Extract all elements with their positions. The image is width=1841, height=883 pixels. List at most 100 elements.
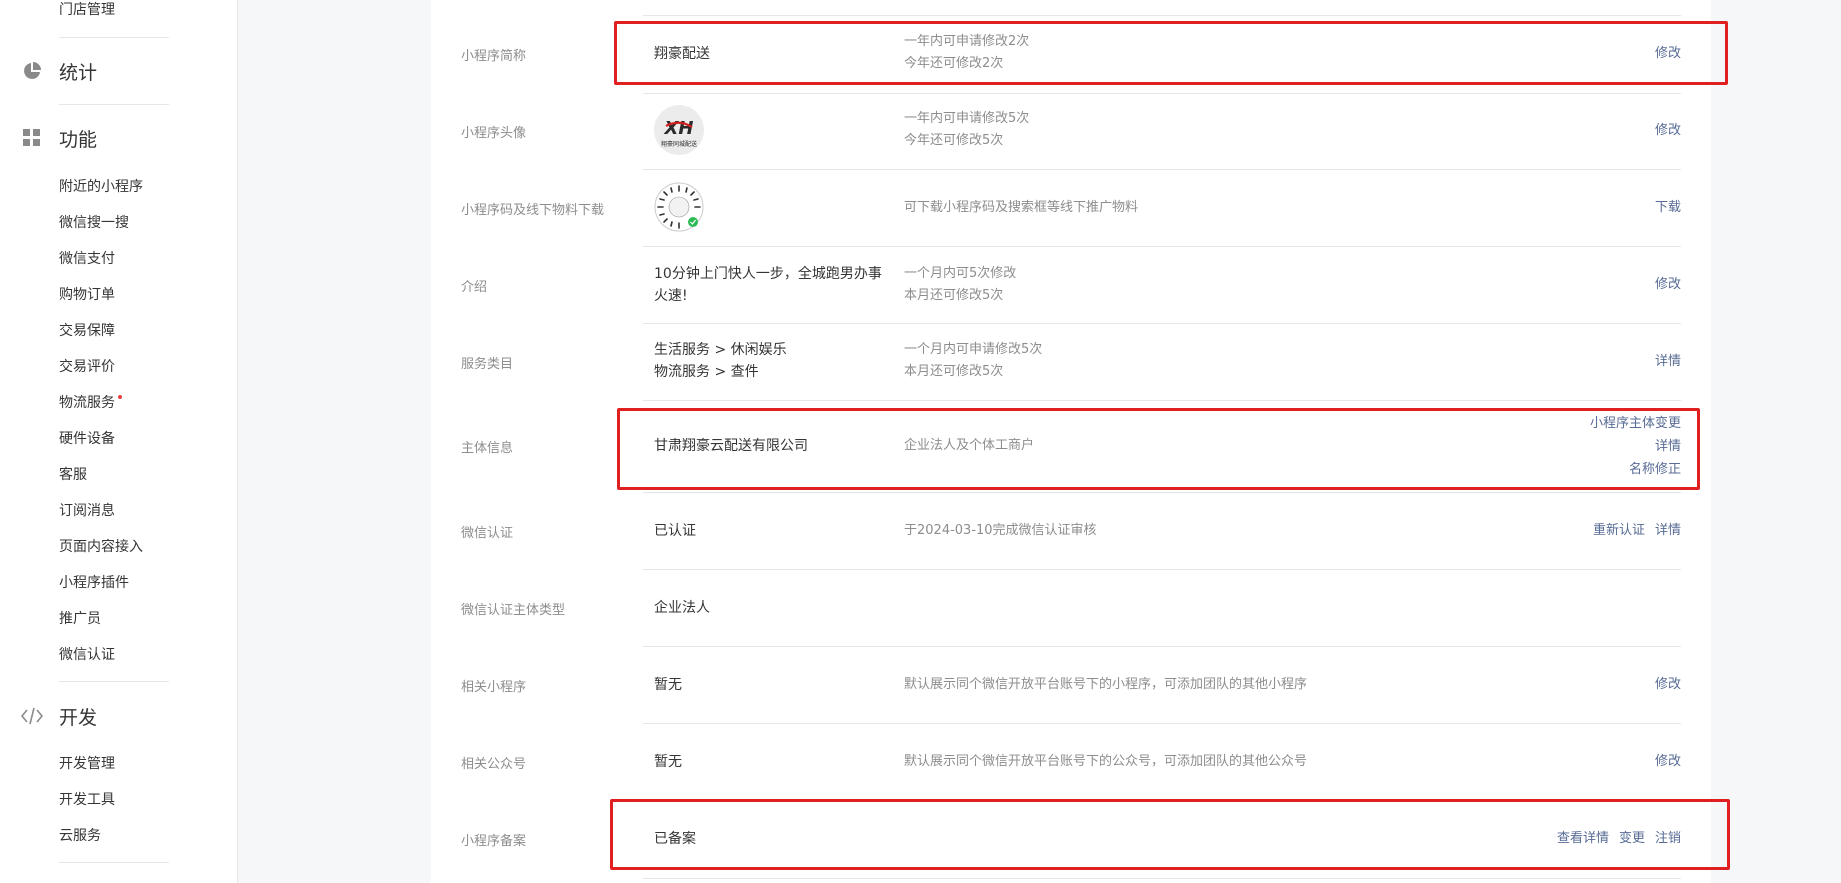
entity-details-link[interactable]: 详情 (1381, 435, 1681, 458)
row-label: 服务类目 (461, 357, 514, 372)
row-label: 主体信息 (461, 441, 514, 456)
change-entity-link[interactable]: 小程序主体变更 (1381, 412, 1681, 435)
desc-line: 一年内可申请修改5次 (904, 111, 1030, 126)
row-divider (643, 15, 1681, 16)
row-actions: 小程序主体变更 详情 名称修正 (1381, 412, 1681, 481)
sidebar-item-plugins[interactable]: 小程序插件 (59, 573, 129, 593)
row-actions: 重新认证 详情 (1381, 519, 1681, 542)
sidebar-section-stats[interactable]: 统计 (20, 57, 97, 85)
edit-related-oa-link[interactable]: 修改 (1655, 754, 1681, 769)
sidebar-divider (59, 37, 169, 38)
sidebar-item-page-content[interactable]: 页面内容接入 (59, 537, 143, 557)
edit-intro-link[interactable]: 修改 (1655, 277, 1681, 292)
row-divider (643, 723, 1681, 724)
row-actions: 修改 (1381, 750, 1681, 773)
row-divider (643, 569, 1681, 570)
sidebar-item-store-management[interactable]: 门店管理 (59, 0, 115, 20)
miniprogram-code-image[interactable] (654, 182, 704, 232)
row-actions: 修改 (1381, 273, 1681, 296)
desc-line: 一年内可申请修改2次 (904, 34, 1030, 49)
verification-type-value: 企业法人 (654, 600, 710, 616)
row-label: 小程序备案 (461, 834, 527, 849)
row-actions: 修改 (1381, 673, 1681, 696)
sidebar-item-trade-guarantee[interactable]: 交易保障 (59, 321, 115, 341)
short-name-desc: 一年内可申请修改2次 今年还可修改2次 (904, 31, 1029, 75)
edit-avatar-link[interactable]: 修改 (1655, 123, 1681, 138)
avatar-logo-subtext: 翔豪同城配送 (661, 140, 697, 148)
sidebar-item-customer-service[interactable]: 客服 (59, 465, 87, 485)
sidebar-item-hardware[interactable]: 硬件设备 (59, 429, 115, 449)
row-divider (643, 169, 1681, 170)
avatar-desc: 一年内可申请修改5次 今年还可修改5次 (904, 108, 1029, 152)
change-filing-link[interactable]: 变更 (1619, 831, 1645, 846)
sidebar-item-dev-tools[interactable]: 开发工具 (59, 790, 115, 810)
sidebar-item-promoters[interactable]: 推广员 (59, 609, 101, 629)
grid-icon (20, 126, 44, 150)
intro-line: 火速! (654, 288, 688, 304)
desc-line: 今年还可修改2次 (904, 56, 1004, 71)
name-correction-link[interactable]: 名称修正 (1381, 458, 1681, 481)
sidebar-item-cloud-service[interactable]: 云服务 (59, 826, 101, 846)
account-info-panel: 小程序简称 翔豪配送 一年内可申请修改2次 今年还可修改2次 修改 小程序头像 … (431, 0, 1711, 883)
row-actions: 查看详情 变更 注销 (1381, 827, 1681, 850)
row-actions: 修改 (1381, 119, 1681, 142)
sidebar-section-label: 统计 (59, 61, 98, 84)
sidebar-item-wechat-pay[interactable]: 微信支付 (59, 249, 115, 269)
desc-line: 本月还可修改5次 (904, 288, 1004, 303)
cancel-filing-link[interactable]: 注销 (1655, 831, 1681, 846)
intro-line: 10分钟上门快人一步，全城跑男办事 (654, 266, 882, 282)
desc-line: 本月还可修改5次 (904, 364, 1004, 379)
sidebar-item-logistics[interactable]: 物流服务 (59, 393, 122, 413)
verification-desc: 于2024-03-10完成微信认证审核 (904, 523, 1097, 538)
row-label: 小程序简称 (461, 49, 527, 64)
related-mp-value: 暂无 (654, 677, 682, 693)
sidebar-section-features[interactable]: 功能 (20, 124, 97, 152)
row-label: 介绍 (461, 280, 488, 295)
row-label: 相关小程序 (461, 680, 527, 695)
row-actions: 下载 (1381, 196, 1681, 219)
reverify-link[interactable]: 重新认证 (1593, 523, 1645, 538)
related-mp-desc: 默认展示同个微信开放平台账号下的小程序，可添加团队的其他小程序 (904, 677, 1308, 692)
qrcode-desc: 可下载小程序码及搜索框等线下推广物料 (904, 200, 1139, 215)
row-actions: 详情 (1381, 350, 1681, 373)
sidebar-section-label: 开发 (59, 706, 98, 729)
sidebar-item-dev-management[interactable]: 开发管理 (59, 754, 115, 774)
pie-chart-icon (20, 59, 44, 83)
related-oa-value: 暂无 (654, 754, 682, 770)
row-label: 相关公众号 (461, 757, 527, 772)
edit-short-name-link[interactable]: 修改 (1655, 46, 1681, 61)
sidebar-section-label: 功能 (59, 128, 98, 151)
row-label: 微信认证 (461, 526, 514, 541)
sidebar-item-shopping-orders[interactable]: 购物订单 (59, 285, 115, 305)
sidebar-section-develop[interactable]: 开发 (20, 702, 97, 730)
sidebar-item-subscribe-messages[interactable]: 订阅消息 (59, 501, 115, 521)
desc-line: 今年还可修改5次 (904, 133, 1004, 148)
verification-details-link[interactable]: 详情 (1655, 523, 1681, 538)
related-oa-desc: 默认展示同个微信开放平台账号下的公众号，可添加团队的其他公众号 (904, 754, 1308, 769)
code-icon (20, 704, 44, 728)
row-divider (643, 323, 1681, 324)
category-details-link[interactable]: 详情 (1655, 354, 1681, 369)
desc-line: 一个月内可5次修改 (904, 266, 1017, 281)
sidebar-divider (59, 862, 169, 863)
row-divider (643, 492, 1681, 493)
row-divider (643, 878, 1681, 879)
app-root: 门店管理 统计 功能 附近的小程序 微信搜一搜 微信支付 购物订单 交易保障 交… (0, 0, 1841, 883)
row-divider (643, 800, 1681, 801)
intro-desc: 一个月内可5次修改 本月还可修改5次 (904, 263, 1016, 307)
entity-desc: 企业法人及个体工商户 (904, 438, 1035, 453)
sidebar-item-wechat-verification[interactable]: 微信认证 (59, 645, 115, 665)
sidebar-item-trade-reviews[interactable]: 交易评价 (59, 357, 115, 377)
sidebar-item-wechat-search[interactable]: 微信搜一搜 (59, 213, 129, 233)
miniprogram-avatar: XH 翔豪同城配送 (654, 105, 704, 155)
category-desc: 一个月内可申请修改5次 本月还可修改5次 (904, 339, 1042, 383)
download-qrcode-link[interactable]: 下载 (1655, 200, 1681, 215)
sidebar-divider (59, 681, 169, 682)
view-filing-details-link[interactable]: 查看详情 (1557, 831, 1609, 846)
entity-value: 甘肃翔豪云配送有限公司 (654, 438, 808, 454)
edit-related-mp-link[interactable]: 修改 (1655, 677, 1681, 692)
sidebar-item-nearby-miniprogram[interactable]: 附近的小程序 (59, 177, 143, 197)
row-divider (643, 246, 1681, 247)
sidebar-divider (59, 104, 169, 105)
row-divider (643, 400, 1681, 401)
